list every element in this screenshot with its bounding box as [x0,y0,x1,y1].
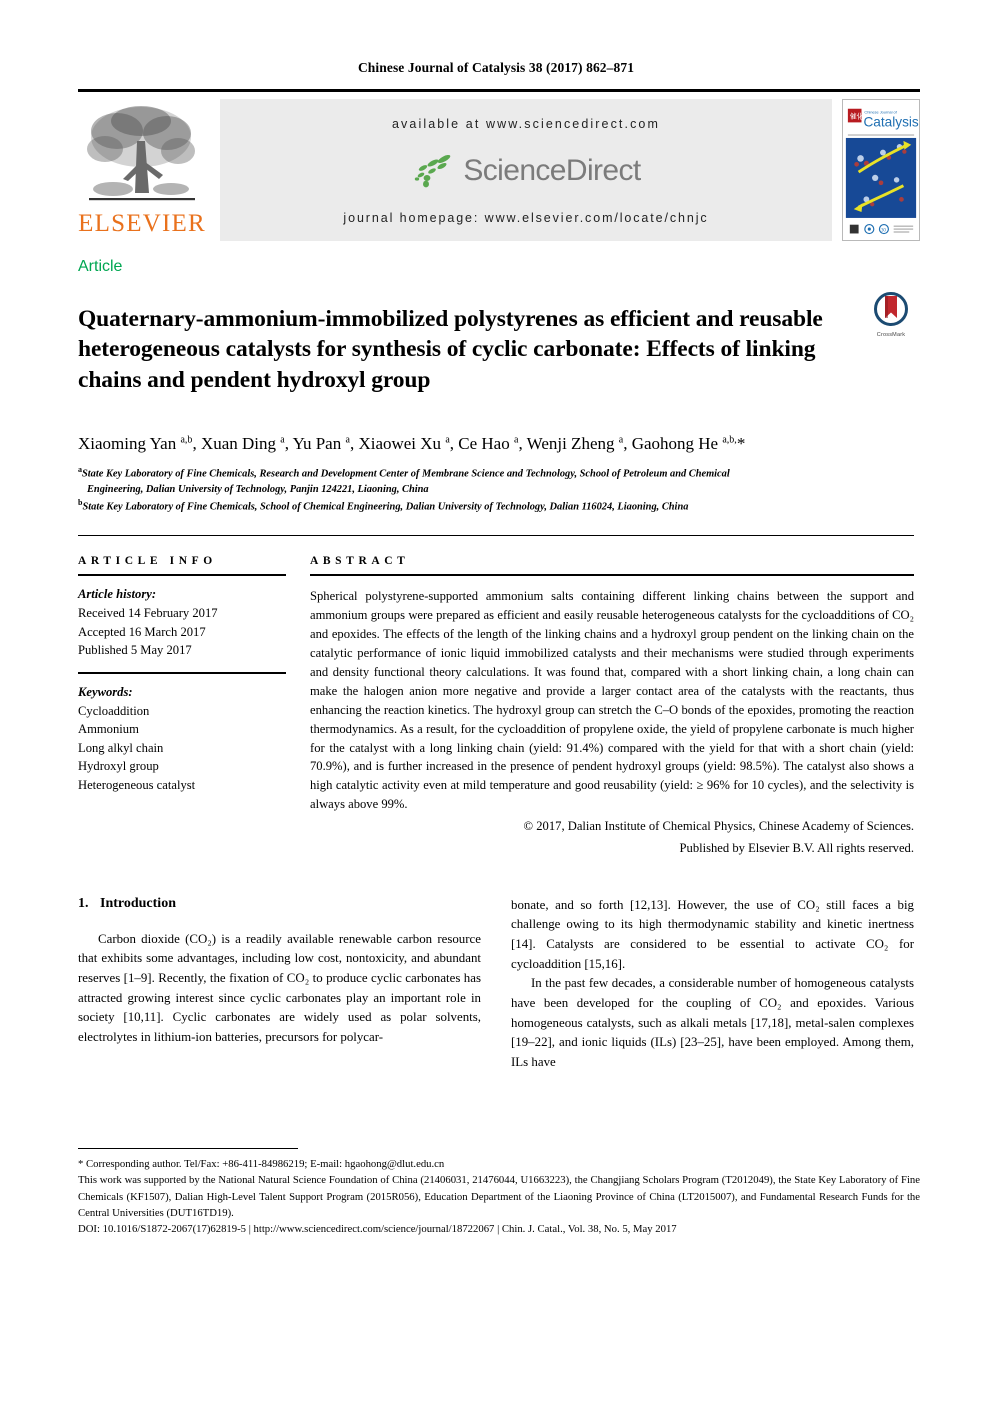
history-received: Received 14 February 2017 [78,606,218,620]
paragraph: In the past few decades, a considerable … [511,976,914,1069]
paragraph: Carbon dioxide (CO₂) is a readily availa… [78,931,481,1044]
affiliation-a-line2: Engineering, Dalian University of Techno… [87,483,429,495]
body-column-left: 1. Introduction Carbon dioxide (CO₂) is a… [78,896,481,1072]
keyword-item: Long alkyl chain [78,740,164,755]
abstract-heading: ABSTRACT [310,555,410,568]
article-history-label: Article history: [78,587,157,602]
svg-text:催化: 催化 [850,111,864,120]
keyword-item: Hydroxyl group [78,759,159,774]
svg-text:Catalysis: Catalysis [863,114,918,129]
keywords-label: Keywords: [78,684,133,699]
article-info-rule [78,574,286,577]
section-title: Introduction [100,895,176,911]
affiliation-b: bState Key Laboratory of Fine Chemicals,… [78,497,914,515]
affiliation-a: aState Key Laboratory of Fine Chemicals,… [78,464,914,482]
author-list: Xiaoming Yan a,b, Xuan Ding a, Yu Pan a,… [78,434,746,454]
abstract-copyright-line-1: © 2017, Dalian Institute of Chemical Phy… [523,819,914,834]
title-block: Quaternary-ammonium-immobilized polystyr… [78,288,914,411]
history-published: Published 5 May 2017 [78,643,192,658]
section-heading-introduction: 1. Introduction [78,896,481,912]
crossmark-label: CrossMark [876,332,906,338]
journal-masthead: ELSEVIER available at www.sciencedirect.… [78,89,920,241]
keywords-list: Keywords: Cycloaddition Ammonium Long al… [78,683,286,795]
article-type-label: Article [78,258,123,275]
history-accepted: Accepted 16 March 2017 [78,624,206,639]
footnotes: * Corresponding author. Tel/Fax: +86-411… [78,1156,920,1237]
body-column-right: bonate, and so forth [12,13]. However, t… [511,896,914,1072]
keyword-item: Cycloaddition [78,703,150,718]
keywords-rule [78,671,286,674]
section-divider [78,535,914,537]
abstract-rule [310,574,914,577]
body-columns: 1. Introduction Carbon dioxide (CO₂) is a… [78,896,914,1072]
crossmark-icon [874,292,908,326]
abstract-column: ABSTRACT Spherical polystyrene-supported… [310,555,914,857]
section-number: 1. [78,895,89,911]
journal-homepage-text: journal homepage: www.elsevier.com/locat… [343,211,709,225]
doi-note: DOI: 10.1016/S1872-2067(17)62819-5 | htt… [78,1223,677,1236]
page-title: Quaternary-ammonium-immobilized polystyr… [78,305,823,393]
affiliation-b-line1: State Key Laboratory of Fine Chemicals, … [82,501,689,513]
funding-note: This work was supported by the National … [78,1174,920,1219]
affiliations: aState Key Laboratory of Fine Chemicals,… [78,464,914,514]
article-history: Article history: Received 14 February 20… [78,585,286,660]
elsevier-logo: ELSEVIER [78,99,206,241]
abstract-text: Spherical polystyrene-supported ammonium… [310,589,914,812]
crossmark-badge[interactable]: CrossMark [868,292,914,338]
sciencedirect-leaves-icon [415,154,451,188]
running-head: Chinese Journal of Catalysis 38 (2017) 8… [357,60,635,75]
sciencedirect-logo: ScienceDirect [411,154,641,188]
sciencedirect-banner: available at www.sciencedirect.com Scien… [220,99,832,241]
footnote-divider [78,1148,298,1149]
info-abstract-row: ARTICLE INFO Article history: Received 1… [78,555,914,857]
sciencedirect-wordmark: ScienceDirect [463,154,641,187]
available-at-text: available at www.sciencedirect.com [391,117,660,131]
svg-text:30: 30 [881,229,886,234]
elsevier-wordmark: ELSEVIER [78,210,206,237]
article-info-column: ARTICLE INFO Article history: Received 1… [78,555,310,794]
corresponding-author-note: * Corresponding author. Tel/Fax: +86-411… [78,1158,445,1170]
article-info-heading: ARTICLE INFO [78,555,217,568]
paragraph: bonate, and so forth [12,13]. However, t… [511,897,914,971]
elsevier-tree-icon [83,101,201,207]
affiliation-a-line1: State Key Laboratory of Fine Chemicals, … [82,468,730,480]
abstract-copyright-line-2: Published by Elsevier B.V. All rights re… [679,840,914,855]
keyword-item: Ammonium [78,722,139,737]
paper-page: Chinese Journal of Catalysis 38 (2017) 8… [0,0,992,1403]
journal-cover-thumbnail: 催化 Chinese Journal of Catalysis 30 [842,99,920,241]
keyword-item: Heterogeneous catalyst [78,778,196,792]
